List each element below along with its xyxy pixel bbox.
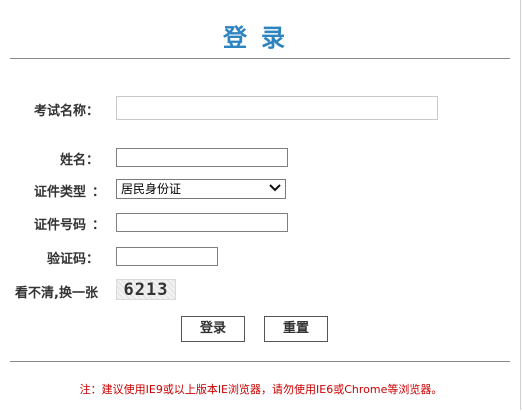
captcha-image[interactable]: 6213 bbox=[116, 279, 176, 300]
name-input[interactable] bbox=[116, 148, 288, 167]
name-label: 姓名： bbox=[60, 153, 100, 168]
id-type-select[interactable]: 居民身份证 bbox=[116, 179, 286, 199]
id-number-colon: ： bbox=[92, 218, 106, 233]
id-type-label: 证件类型 bbox=[34, 185, 87, 200]
exam-name-label: 考试名称： bbox=[34, 104, 100, 119]
id-type-colon: ： bbox=[92, 185, 106, 200]
verify-code-input[interactable] bbox=[116, 247, 218, 266]
refresh-captcha-link[interactable]: 看不清,换一张 bbox=[15, 282, 98, 301]
verify-code-label: 验证码： bbox=[47, 252, 100, 267]
login-button[interactable]: 登录 bbox=[181, 316, 245, 342]
id-number-label: 证件号码 bbox=[34, 218, 87, 233]
id-type-selected-value: 居民身份证 bbox=[121, 182, 182, 196]
login-panel: 登录 考试名称： 姓名： 证件类型 ： 居民身份证 证件号码 ： 验证码： 看不… bbox=[0, 0, 521, 410]
bottom-divider bbox=[10, 361, 510, 362]
browser-note: 注：建议使用IE9或以上版本IE浏览器，请勿使用IE6或Chrome等浏览器。 bbox=[79, 383, 443, 396]
page-title: 登录 bbox=[223, 24, 299, 52]
exam-name-input[interactable] bbox=[116, 96, 438, 120]
reset-button[interactable]: 重置 bbox=[264, 316, 328, 342]
chevron-down-icon bbox=[269, 180, 281, 198]
id-number-input[interactable] bbox=[116, 213, 288, 232]
top-divider bbox=[10, 58, 510, 59]
